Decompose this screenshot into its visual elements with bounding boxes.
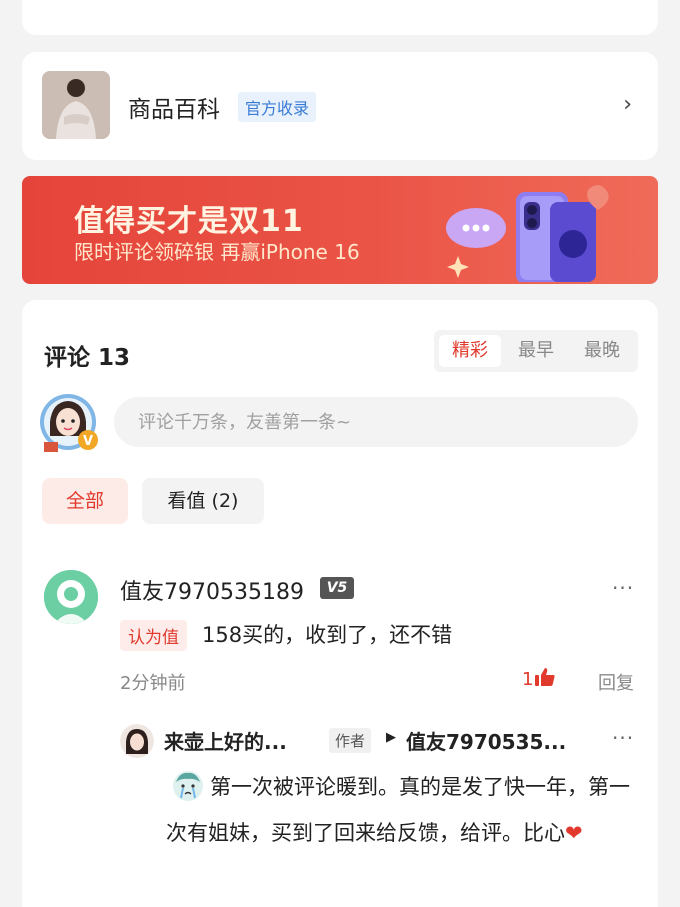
product-wiki-card[interactable]: 商品百科 官方收录 › [22, 52, 658, 160]
worth-tag: 认为值 [120, 620, 187, 651]
comment-text: 158买的，收到了，还不错 [202, 623, 453, 647]
chevron-right-icon[interactable]: › [623, 92, 632, 117]
reply-arrow-icon: ▶ [386, 730, 396, 745]
official-badge: 官方收录 [238, 92, 317, 122]
phone-gift-illustration [446, 185, 609, 282]
my-avatar[interactable]: V [38, 392, 102, 456]
sort-tabs: 精彩 最早 最晚 [434, 330, 638, 372]
previous-card [22, 0, 658, 35]
commenter-name[interactable]: 值友7970535189 [120, 574, 304, 606]
thumbs-up-icon[interactable] [534, 666, 556, 688]
like-count: 1 [522, 669, 534, 690]
product-thumbnail [42, 71, 110, 139]
reply-more-options-icon[interactable]: ··· [612, 726, 634, 750]
comments-title: 评论 13 [44, 345, 131, 371]
tab-featured[interactable]: 精彩 [439, 335, 501, 367]
comment-input[interactable] [114, 397, 638, 447]
reply-target-name[interactable]: 值友7970535... [406, 726, 566, 755]
tab-earliest[interactable]: 最早 [505, 335, 567, 367]
banner-title: 值得买才是双11 [74, 204, 304, 239]
banner-subtitle: 限时评论领碎银 再赢iPhone 16 [74, 240, 360, 264]
commenter-avatar[interactable] [44, 570, 98, 624]
heart-icon: ❤ [565, 821, 583, 845]
more-options-icon[interactable]: ··· [612, 576, 634, 600]
svg-text:V: V [83, 434, 93, 449]
reply-text: 第一次被评论暖到。真的是发了快一年，第一次有姐妹，买到了回来给反馈，给评。比心❤ [166, 764, 636, 856]
level-badge: V5 [320, 577, 354, 599]
tab-latest[interactable]: 最晚 [571, 335, 633, 367]
reply-button[interactable]: 回复 [598, 669, 634, 695]
filter-all[interactable]: 全部 [42, 478, 128, 524]
reply-author-name[interactable]: 来壶上好的... [164, 726, 287, 755]
comments-section: 评论 13 精彩 最早 最晚 V 全部 看值 (2) 值友7970535189 … [22, 300, 658, 907]
promo-banner[interactable]: 值得买才是双11 限时评论领碎银 再赢iPhone 16 [22, 176, 658, 284]
reply-text-body: 第一次被评论暖到。真的是发了快一年，第一次有姐妹，买到了回来给反馈，给评。比心 [166, 775, 630, 845]
reply-avatar[interactable] [120, 724, 154, 758]
wiki-title: 商品百科 [128, 97, 220, 123]
comment-time: 2分钟前 [120, 673, 186, 694]
filter-worth[interactable]: 看值 (2) [142, 478, 264, 524]
author-tag: 作者 [329, 728, 372, 753]
